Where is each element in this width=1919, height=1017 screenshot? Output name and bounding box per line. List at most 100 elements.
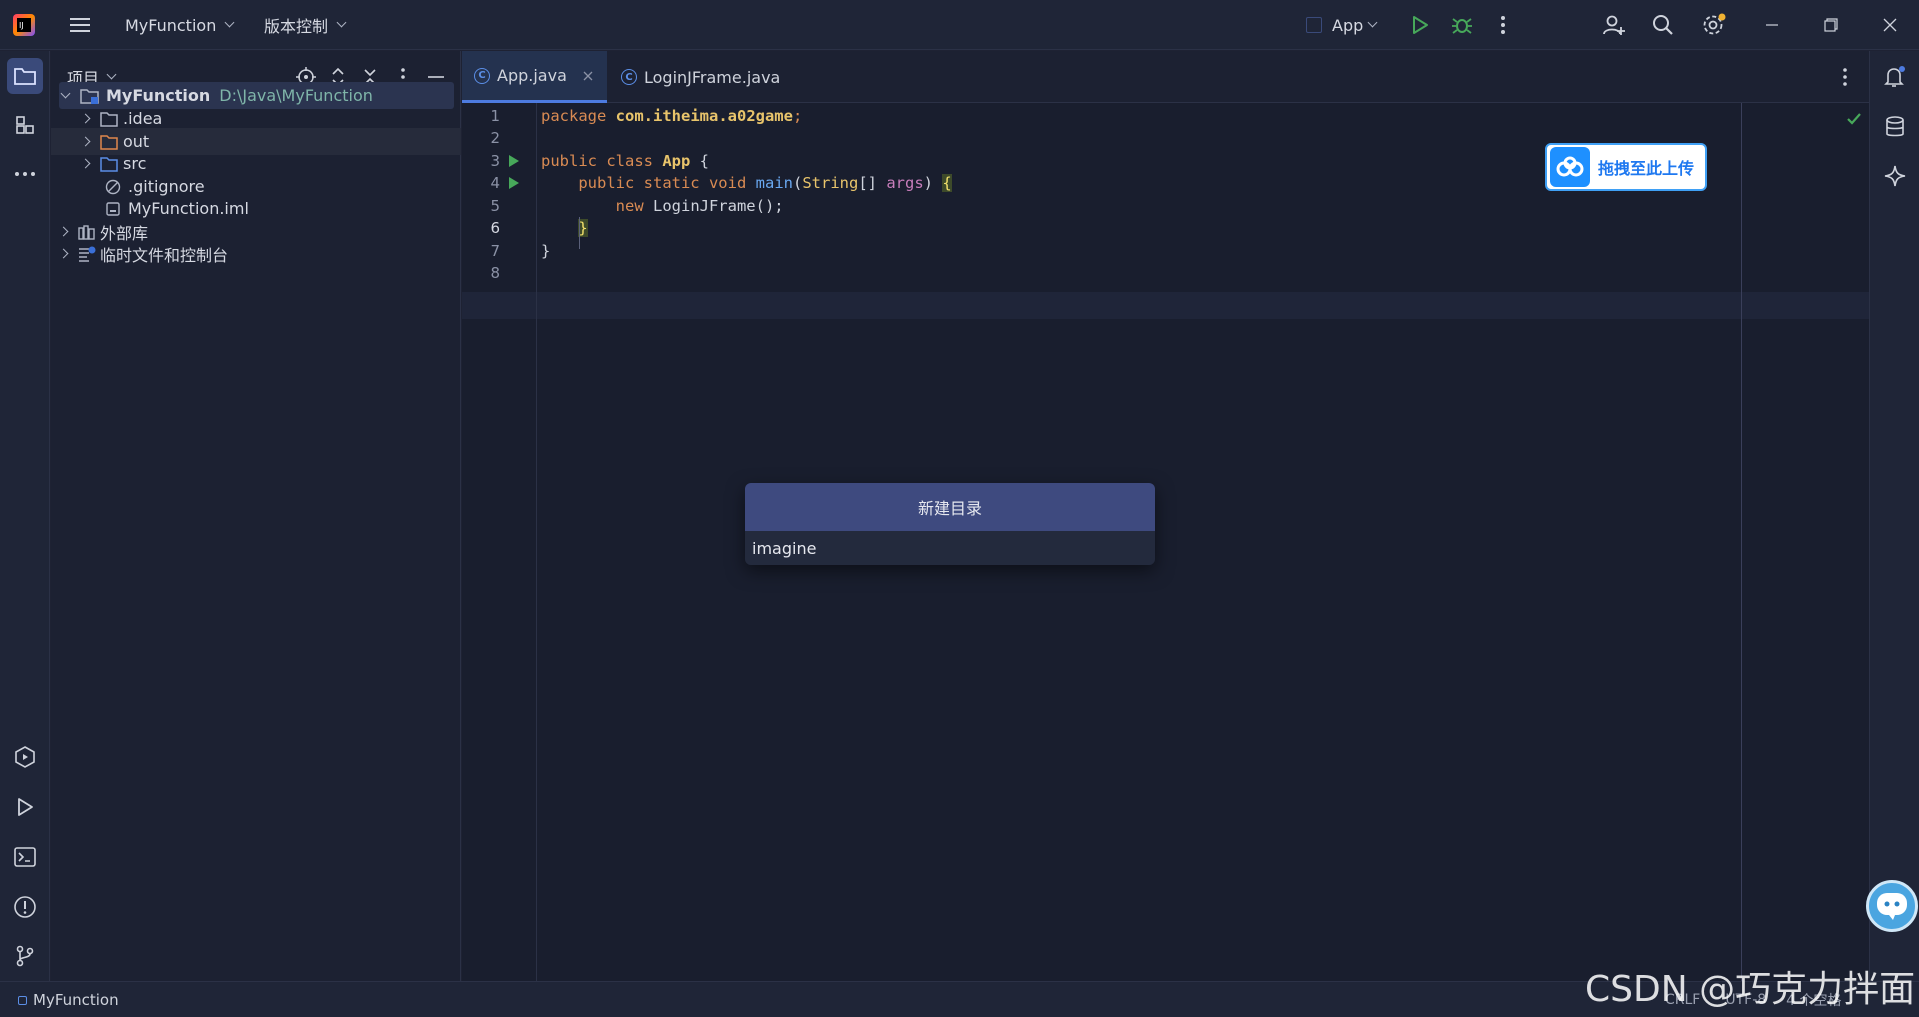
excluded-folder-icon — [100, 134, 118, 150]
run-outline-icon — [18, 798, 33, 816]
services-icon — [15, 746, 35, 768]
vcs-menu[interactable]: 版本控制 — [264, 0, 347, 50]
chevron-down-icon — [1367, 17, 1378, 28]
project-tool-button[interactable] — [7, 58, 43, 94]
close-window-button[interactable] — [1883, 0, 1897, 50]
code-line-1[interactable]: package com.itheima.a02game; — [541, 103, 802, 130]
svg-text:IJ: IJ — [19, 21, 24, 30]
tab-options-button[interactable] — [1842, 67, 1848, 91]
config-icon — [1306, 17, 1322, 33]
settings-button[interactable] — [1701, 0, 1727, 50]
more-vertical-icon — [1843, 68, 1847, 86]
right-margin-guide — [1741, 103, 1742, 981]
tree-item-label: .idea — [123, 109, 163, 128]
bell-icon — [1884, 66, 1905, 87]
semicolon: ; — [792, 107, 803, 125]
brace: { — [690, 152, 709, 170]
chat-bubble-icon — [1877, 893, 1907, 920]
editor-gutter: 1 2 3 4 5 6 7 8 — [462, 103, 537, 981]
minimize-icon — [1766, 24, 1778, 26]
keyword: package — [541, 107, 607, 125]
terminal-icon — [14, 847, 36, 867]
git-branch-icon — [16, 945, 34, 967]
database-icon — [1886, 116, 1904, 137]
editor-tab-bar: C App.java C LoginJFrame.java — [462, 51, 1869, 103]
check-icon — [1847, 113, 1861, 125]
directory-name-input[interactable] — [745, 531, 1155, 565]
chevron-down-icon — [60, 88, 71, 99]
project-root-path: D:\Java\MyFunction — [219, 86, 373, 105]
upload-drop-badge[interactable]: 拖拽至此上传 — [1545, 143, 1707, 191]
main-menu-icon[interactable] — [68, 0, 92, 50]
notifications-button[interactable] — [1883, 65, 1907, 93]
line-number: 8 — [490, 264, 500, 282]
chevron-right-icon — [80, 158, 91, 169]
chat-assistant-button[interactable] — [1866, 880, 1918, 932]
problems-tool-button[interactable] — [7, 889, 43, 925]
new-directory-dialog: 新建目录 — [745, 483, 1155, 565]
chevron-right-icon — [58, 226, 69, 237]
run-gutter-icon[interactable] — [509, 177, 519, 189]
run-gutter-icon[interactable] — [509, 155, 519, 167]
matched-brace: { — [942, 174, 952, 192]
more-tools-button[interactable] — [7, 156, 43, 192]
tree-item-label: out — [123, 132, 150, 151]
add-user-button[interactable] — [1602, 0, 1626, 50]
dialog-title: 新建目录 — [745, 483, 1155, 531]
paren: ( — [792, 174, 803, 192]
class-name: App — [662, 152, 691, 170]
debug-button[interactable] — [1451, 0, 1473, 50]
indent-guide — [579, 217, 580, 249]
more-actions-button[interactable] — [1500, 0, 1506, 50]
source-folder-icon — [100, 156, 118, 172]
breadcrumb[interactable]: MyFunction — [18, 982, 119, 1017]
tree-item-label: 临时文件和控制台 — [100, 245, 229, 265]
services-tool-button[interactable] — [7, 739, 43, 775]
chevron-down-icon — [336, 17, 347, 28]
sparkle-icon — [1884, 165, 1906, 187]
terminal-tool-button[interactable] — [7, 839, 43, 875]
run-config-selector[interactable]: App — [1306, 0, 1378, 50]
more-horizontal-icon — [15, 172, 35, 176]
keyword: public class — [541, 152, 653, 170]
search-button[interactable] — [1652, 0, 1674, 50]
ignore-file-icon — [105, 179, 121, 194]
no-problems-indicator[interactable] — [1846, 111, 1862, 130]
title-bar: IJ MyFunction 版本控制 App — [0, 0, 1919, 50]
run-tool-button[interactable] — [7, 789, 43, 825]
watermark: CSDN @巧克力拌面 — [1585, 969, 1916, 1010]
current-line-highlight — [462, 292, 1869, 319]
tab-app-java[interactable]: C App.java — [462, 51, 607, 103]
tab-label: App.java — [497, 66, 567, 85]
ai-assistant-button[interactable] — [1883, 164, 1907, 192]
git-tool-button[interactable] — [7, 938, 43, 974]
app-logo-icon[interactable]: IJ — [12, 0, 36, 50]
project-switcher[interactable]: MyFunction — [125, 0, 235, 50]
breadcrumb-item: MyFunction — [33, 991, 119, 1009]
restore-button[interactable] — [1824, 0, 1838, 50]
tree-item-scratches[interactable]: 临时文件和控制台 — [51, 240, 461, 267]
method-name: main — [755, 174, 793, 192]
project-root-label: MyFunction — [106, 86, 211, 105]
cloud-icon — [1550, 147, 1590, 187]
array-brackets: [] — [858, 174, 887, 192]
tree-item-label: src — [123, 154, 147, 173]
gear-icon — [1703, 13, 1726, 35]
structure-tool-button[interactable] — [7, 107, 43, 143]
folder-icon — [14, 68, 36, 85]
parameter-name: args — [886, 174, 924, 192]
chevron-down-icon — [224, 17, 235, 28]
tab-loginjframe-java[interactable]: C LoginJFrame.java — [609, 51, 792, 103]
tree-item-label: MyFunction.iml — [128, 199, 249, 218]
chevron-right-icon — [80, 113, 91, 124]
add-user-icon — [1603, 15, 1625, 35]
right-tool-strip — [1869, 51, 1919, 981]
module-folder-icon — [80, 88, 99, 104]
code-line-7[interactable]: } — [541, 238, 550, 265]
database-button[interactable] — [1884, 115, 1906, 143]
close-tab-icon[interactable] — [583, 71, 593, 81]
project-name: MyFunction — [125, 15, 217, 35]
minimize-button[interactable] — [1765, 0, 1779, 50]
tab-label: LoginJFrame.java — [644, 67, 781, 87]
run-button[interactable] — [1410, 0, 1430, 50]
